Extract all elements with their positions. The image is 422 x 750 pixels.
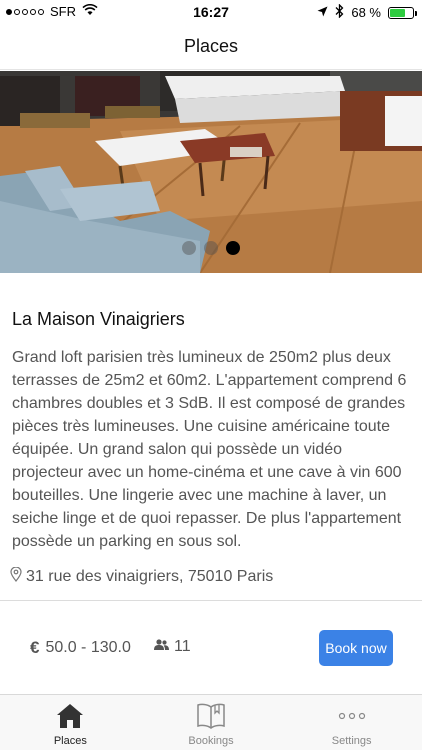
book-icon (196, 701, 226, 731)
tab-label: Places (53, 735, 87, 747)
tab-settings[interactable]: Settings (281, 695, 422, 750)
divider (0, 600, 422, 601)
place-title: La Maison Vinaigriers (12, 309, 185, 329)
pager-dot[interactable] (182, 241, 196, 255)
home-icon (56, 701, 84, 731)
navigation-bar: Places (0, 24, 422, 70)
book-now-button[interactable]: Book now (319, 630, 393, 666)
status-bar: SFR 16:27 68 % (0, 0, 422, 24)
users-icon (154, 638, 169, 656)
tab-bar: Places Bookings Settings (0, 694, 422, 750)
price-range: € 50.0 - 130.0 (30, 638, 131, 658)
tab-places[interactable]: Places (0, 695, 141, 750)
status-right: 68 % (317, 3, 417, 21)
tab-bookings[interactable]: Bookings (141, 695, 282, 750)
place-description: Grand loft parisien très lumineux de 250… (12, 349, 407, 550)
location-arrow-icon (317, 5, 328, 20)
more-icon (338, 701, 366, 731)
currency-symbol: € (30, 638, 40, 657)
page-title: Places (183, 36, 239, 56)
guest-count: 11 (174, 638, 191, 655)
tab-label: Settings (331, 735, 372, 747)
booking-row: € 50.0 - 130.0 11 Book now (0, 630, 422, 666)
carousel-pager (0, 241, 422, 255)
price-range-text: 50.0 - 130.0 (45, 639, 131, 656)
bluetooth-icon (335, 3, 344, 21)
tab-label: Bookings (188, 735, 234, 747)
address-row: 31 rue des vinaigriers, 75010 Paris (10, 566, 274, 587)
battery-level (390, 8, 405, 17)
battery-percent: 68 % (351, 5, 381, 20)
pager-dot[interactable] (226, 241, 240, 255)
pager-dot[interactable] (204, 241, 218, 255)
address-text: 31 rue des vinaigriers, 75010 Paris (26, 568, 274, 585)
map-pin-icon (10, 566, 22, 587)
guest-capacity: 11 (154, 638, 191, 656)
battery-icon (388, 6, 417, 19)
